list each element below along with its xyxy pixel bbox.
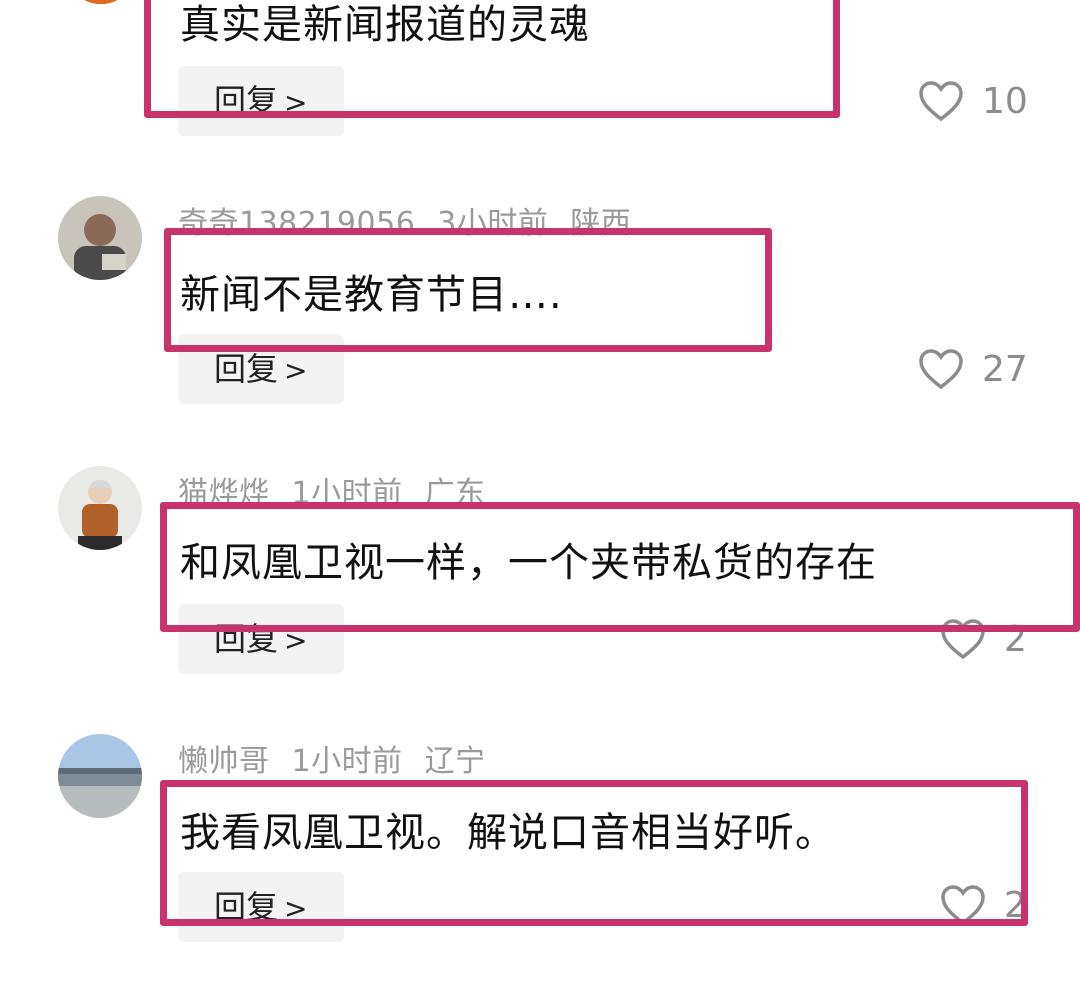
reply-label: 回复 <box>214 888 279 926</box>
like-button[interactable]: 2 <box>940 880 1027 930</box>
heart-outline-icon <box>941 885 985 926</box>
reply-button[interactable]: 回复 > <box>178 604 344 674</box>
chevron-right-icon: > <box>284 86 308 119</box>
like-button[interactable]: 2 <box>940 614 1027 664</box>
chevron-right-icon: > <box>284 892 308 925</box>
reply-label: 回复 <box>214 82 279 120</box>
comment-text: 真实是新闻报道的灵魂 <box>180 2 590 48</box>
comment-meta: 奇奇138219056 3小时前 陕西 <box>178 198 653 242</box>
avatar[interactable] <box>58 196 142 280</box>
heart-outline-icon <box>919 81 963 122</box>
comment-text: 和凤凰卫视一样，一个夹带私货的存在 <box>180 540 877 586</box>
like-count: 2 <box>1004 884 1027 926</box>
reply-button[interactable]: 回复 > <box>178 872 344 942</box>
heart-outline-icon <box>919 349 963 390</box>
like-count: 27 <box>982 348 1028 390</box>
like-button[interactable]: 10 <box>918 76 1028 126</box>
reply-label: 回复 <box>214 620 279 658</box>
avatar[interactable] <box>66 0 136 4</box>
username[interactable]: 奇奇138219056 <box>178 206 415 241</box>
reply-label: 回复 <box>214 350 279 388</box>
comment-text: 新闻不是教育节目…. <box>180 272 563 318</box>
region: 陕西 <box>570 206 632 241</box>
comment-meta: 懒帅哥 1小时前 辽宁 <box>178 736 508 780</box>
heart-outline-icon <box>941 619 985 660</box>
avatar[interactable] <box>58 466 142 550</box>
comment-item: 真实是新闻报道的灵魂 回复 > 10 <box>0 0 1080 140</box>
username[interactable]: 懒帅哥 <box>178 744 270 779</box>
timestamp: 3小时前 <box>437 206 549 241</box>
region: 辽宁 <box>424 744 486 779</box>
timestamp: 1小时前 <box>291 744 403 779</box>
like-count: 10 <box>982 80 1028 122</box>
like-count: 2 <box>1004 618 1027 660</box>
avatar[interactable] <box>58 734 142 818</box>
region: 广东 <box>424 476 486 511</box>
chevron-right-icon: > <box>284 354 308 387</box>
username[interactable]: 猫烨烨 <box>178 476 270 511</box>
comment-text: 我看凤凰卫视。解说口音相当好听。 <box>180 810 836 856</box>
reply-button[interactable]: 回复 > <box>178 66 344 136</box>
reply-button[interactable]: 回复 > <box>178 334 344 404</box>
chevron-right-icon: > <box>284 624 308 657</box>
timestamp: 1小时前 <box>291 476 403 511</box>
comment-meta: 猫烨烨 1小时前 广东 <box>178 468 508 512</box>
like-button[interactable]: 27 <box>918 344 1028 394</box>
